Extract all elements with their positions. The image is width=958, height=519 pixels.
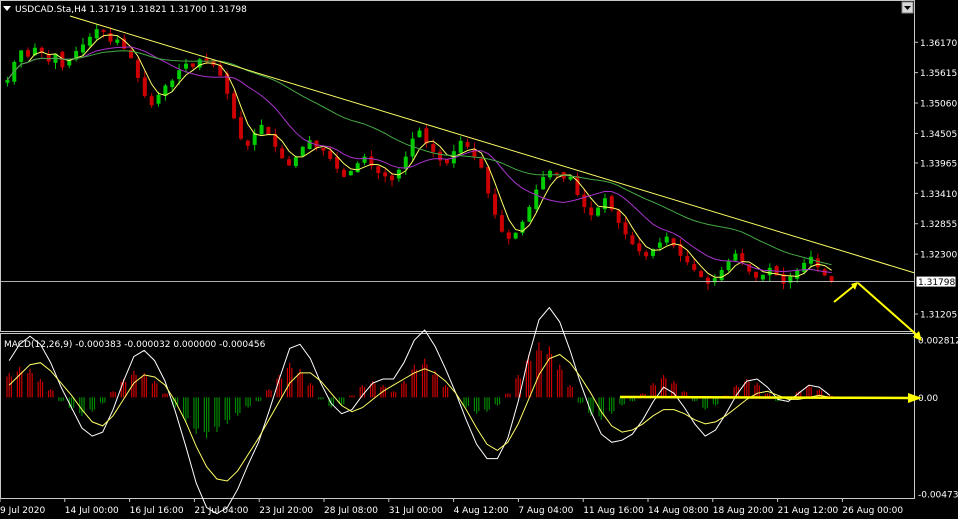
- time-tick-label: 7 Aug 04:00: [518, 506, 573, 516]
- macd-tick-label: -0.004736: [918, 491, 958, 501]
- symbol-header-text: USDCAD.Sta,H4 1.31719 1.31821 1.31700 1.…: [15, 5, 247, 15]
- time-tick-label: 28 Jul 08:00: [324, 506, 378, 516]
- candle: [527, 204, 532, 222]
- price-tick-label: 1.32300: [920, 251, 957, 261]
- candle: [348, 170, 353, 176]
- forex-chart[interactable]: USDCAD.Sta,H4 1.31719 1.31821 1.31700 1.…: [0, 0, 958, 519]
- current-price-label: 1.31798: [918, 278, 955, 288]
- time-tick-label: 31 Jul 00:00: [389, 506, 443, 516]
- candle: [60, 50, 65, 71]
- time-tick-label: 23 Jul 20:00: [259, 506, 313, 516]
- price-tick-label: 1.36170: [920, 39, 957, 49]
- price-tick-label: 1.33410: [920, 190, 957, 200]
- price-tick-label: 1.35060: [920, 100, 957, 110]
- price-tick-label: 1.34505: [920, 130, 957, 140]
- time-tick-label: 14 Jul 00:00: [65, 506, 119, 516]
- macd-zero-line-annotation[interactable]: [619, 395, 911, 400]
- candle: [609, 194, 614, 213]
- time-tick-label: 16 Jul 16:00: [130, 506, 184, 516]
- time-tick-label: 14 Aug 08:00: [648, 506, 709, 516]
- current-price-tag: 1.31798: [915, 275, 957, 288]
- price-tick-label: 1.33965: [920, 159, 957, 169]
- price-tick-label: 1.35615: [920, 69, 957, 79]
- candle: [596, 207, 601, 218]
- time-tick-label: 18 Aug 20:00: [713, 506, 774, 516]
- candle: [513, 232, 518, 240]
- time-tick-label: 21 Aug 12:00: [778, 506, 839, 516]
- time-tick-label: 21 Jul 04:00: [194, 506, 248, 516]
- candle: [266, 126, 271, 135]
- candle: [575, 172, 580, 197]
- window-close-control[interactable]: [901, 1, 914, 14]
- price-tick-label: 1.32855: [920, 220, 957, 230]
- symbol-header: USDCAD.Sta,H4 1.31719 1.31821 1.31700 1.…: [3, 5, 247, 15]
- time-tick-label: 4 Aug 12:00: [454, 506, 509, 516]
- macd-tick-label: 0.00: [918, 394, 938, 404]
- price-tick-label: 1.31205: [920, 311, 957, 321]
- time-tick-label: 9 Jul 2020: [0, 506, 45, 516]
- candle: [232, 90, 237, 120]
- time-tick-label: 11 Aug 16:00: [583, 506, 644, 516]
- time-tick-label: 26 Aug 00:00: [842, 506, 903, 516]
- macd-tick-label: 0.002812: [918, 337, 958, 347]
